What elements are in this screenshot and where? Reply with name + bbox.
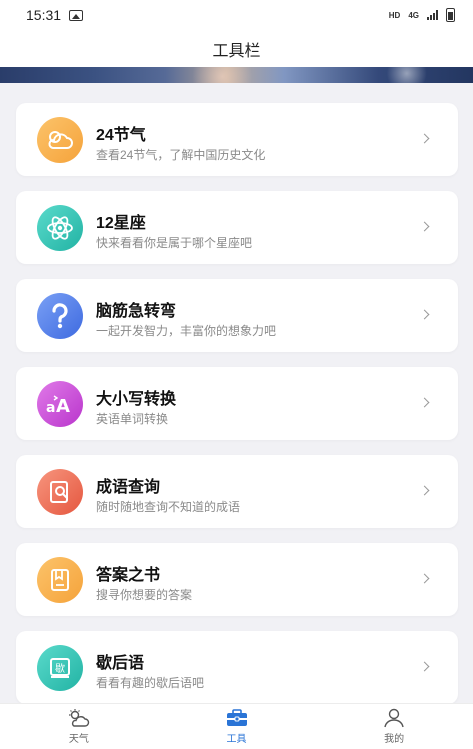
tool-title: 大小写转换 [96,391,177,408]
question-icon [37,293,83,339]
tool-title: 12星座 [96,215,146,232]
tool-item-naojin[interactable]: 脑筋急转弯 一起开发智力，丰富你的想象力吧 [16,279,458,352]
chevron-right-icon [419,133,430,144]
tab-label: 我的 [384,734,405,745]
network-indicator: 4G [408,10,419,20]
xie-icon-glyph: 歇 [55,663,65,675]
search-doc-icon [37,469,83,515]
bottom-tab-bar: 天气 工具 我的 [0,703,473,749]
svg-text:a: a [46,400,55,415]
tool-item-daan[interactable]: 答案之书 搜寻你想要的答案 [16,543,458,616]
cloud-icon [37,117,83,163]
toolbox-icon [226,709,247,726]
hd-indicator: HD [388,10,401,20]
chevron-right-icon [419,573,430,584]
status-bar: 15:31 HD 4G [0,0,473,30]
tool-title: 答案之书 [96,567,161,584]
svg-text:A: A [56,396,70,415]
tool-title: 24节气 [96,127,146,144]
xie-icon: 歇 [37,645,83,691]
tool-subtitle: 查看24节气，了解中国历史文化 [96,148,266,162]
page-title-text: 工具栏 [212,42,261,60]
chevron-right-icon [419,661,430,672]
tool-item-xiehouyu[interactable]: 歇 歇后语 看看有趣的歇后语吧 [16,631,458,704]
tab-label: 天气 [68,734,89,745]
atom-icon [37,205,83,251]
book-icon [37,557,83,603]
user-icon [384,708,404,728]
chevron-right-icon [419,309,430,320]
letter-case-icon: aA [37,381,83,427]
tool-subtitle: 快来看看你是属于哪个星座吧 [96,236,253,250]
tool-subtitle: 看看有趣的歇后语吧 [96,676,205,690]
chevron-right-icon [419,221,430,232]
status-left: 15:31 [26,7,84,23]
chevron-right-icon [419,485,430,496]
battery-icon [446,8,455,22]
tab-label: 工具 [226,734,247,745]
tool-subtitle: 搜寻你想要的答案 [96,588,193,602]
tool-title: 成语查询 [96,479,161,496]
signal-icon [427,10,438,20]
chevron-right-icon [419,397,430,408]
tool-title: 脑筋急转弯 [96,303,177,320]
tool-item-daxiaoxie[interactable]: aA 大小写转换 英语单词转换 [16,367,458,440]
tool-item-jieqi[interactable]: 24节气 查看24节气，了解中国历史文化 [16,103,458,176]
tab-weather[interactable]: 天气 [0,704,158,749]
status-right: HD 4G [389,8,455,22]
tab-tools[interactable]: 工具 [158,704,316,749]
banner-image[interactable] [0,67,473,83]
tool-subtitle: 随时随地查询不知道的成语 [96,500,241,514]
page-title: 工具栏 [0,30,473,67]
tool-item-xingzuo[interactable]: 12星座 快来看看你是属于哪个星座吧 [16,191,458,264]
status-time: 15:31 [26,7,62,23]
tool-subtitle: 一起开发智力，丰富你的想象力吧 [96,324,277,338]
tab-mine[interactable]: 我的 [315,704,473,749]
tool-title: 歇后语 [96,655,145,672]
tool-item-chengyu[interactable]: 成语查询 随时随地查询不知道的成语 [16,455,458,528]
image-notification-icon [69,9,84,21]
tool-subtitle: 英语单词转换 [96,412,169,426]
weather-icon [68,709,90,727]
